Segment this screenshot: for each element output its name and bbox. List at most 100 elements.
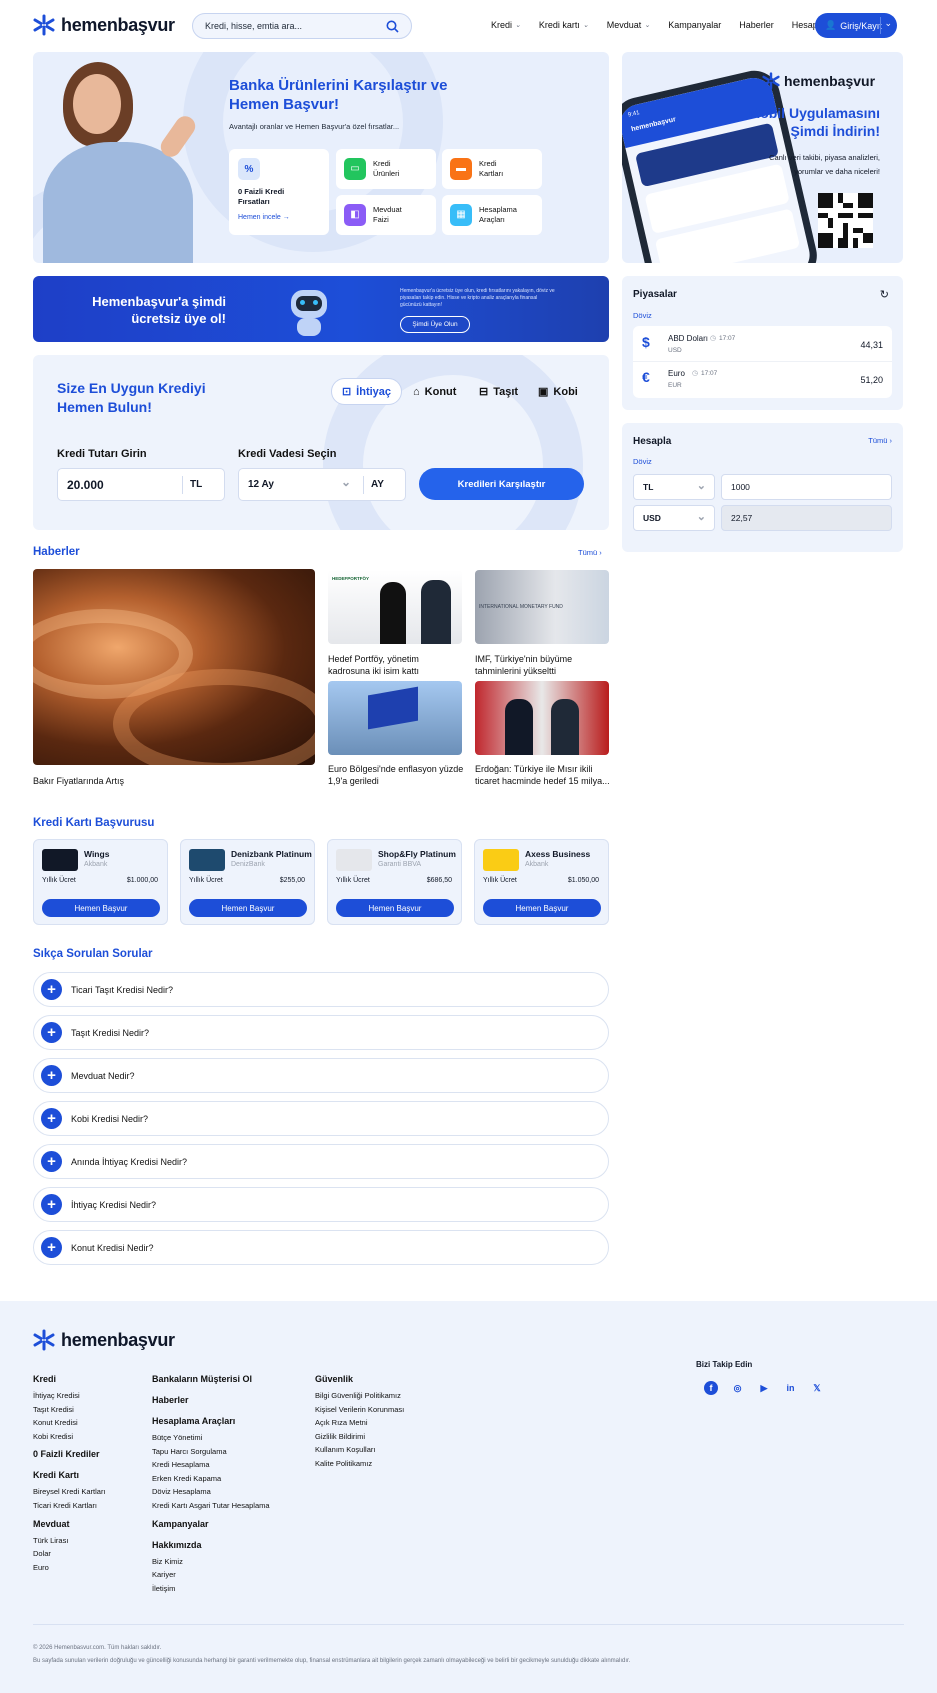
tab-kobi[interactable]: ▣ Kobi [538, 378, 578, 405]
footer-link[interactable]: Kişisel Verilerin Korunması [315, 1403, 404, 1417]
market-row[interactable]: € Euro ◷ 17:07 EUR 51,20 [633, 362, 892, 398]
footer-heading[interactable]: Hesaplama Araçları [152, 1416, 235, 1426]
news-image-hedef-portfoy[interactable]: HEDEFPORTFÖY [328, 570, 462, 644]
footer-link[interactable]: Türk Lirası [33, 1534, 68, 1548]
hero-card-kredi-kartlari[interactable]: ▬ Kredi Kartları [442, 149, 542, 189]
footer-link[interactable]: Ticari Kredi Kartları [33, 1499, 97, 1513]
plus-icon[interactable]: + [41, 1237, 62, 1258]
footer-heading[interactable]: Güvenlik [315, 1374, 353, 1384]
footer-link[interactable]: Döviz Hesaplama [152, 1485, 211, 1499]
hero-card-mevduat-faizi[interactable]: ◧ Mevduat Faizi [336, 195, 436, 235]
search-input[interactable]: Kredi, hisse, emtia ara... [205, 21, 302, 31]
footer-link[interactable]: Bilgi Güvenliği Politikamız [315, 1389, 401, 1403]
news-all-link[interactable]: Tümü › [578, 548, 602, 557]
news-image-euro[interactable] [328, 681, 462, 755]
credit-card-item[interactable]: Axess Business Akbank Yıllık Ücret $1.050,0… [474, 839, 609, 925]
apply-button[interactable]: Hemen Başvur [336, 899, 454, 917]
faq-item[interactable]: + Konut Kredisi Nedir? [33, 1230, 609, 1265]
tab-konut[interactable]: ⌂ Konut [413, 378, 456, 405]
footer-heading[interactable]: Kredi Kartı [33, 1470, 79, 1480]
compare-credits-button[interactable]: Kredileri Karşılaştır [419, 468, 584, 500]
x-icon[interactable]: 𝕏 [810, 1381, 824, 1395]
news-caption[interactable]: IMF, Türkiye'nin büyüme tahminlerini yüks… [475, 653, 572, 677]
refresh-icon[interactable]: ↻ [880, 288, 889, 301]
footer-link[interactable]: Açık Rıza Metni [315, 1416, 368, 1430]
footer-link[interactable]: Bireysel Kredi Kartları [33, 1485, 106, 1499]
plus-icon[interactable]: + [41, 1151, 62, 1172]
youtube-icon[interactable]: ▶ [757, 1381, 771, 1395]
apply-button[interactable]: Hemen Başvur [42, 899, 160, 917]
linkedin-icon[interactable]: in [784, 1381, 798, 1395]
credit-card-item[interactable]: Shop&Fly Platinum Garanti BBVA Yıllık Ücre… [327, 839, 462, 925]
nav-item-mevduat[interactable]: Mevduat ⌄ [607, 20, 650, 30]
footer-link[interactable]: İletişim [152, 1582, 175, 1596]
footer-link[interactable]: Biz Kimiz [152, 1555, 183, 1569]
market-row[interactable]: $ ABD Doları ◷ 17:07 USD 44,31 [633, 326, 892, 362]
nav-item-haberler[interactable]: Haberler [739, 20, 774, 30]
facebook-icon[interactable]: f [704, 1381, 718, 1395]
tab-ihtiyac[interactable]: ⊡ İhtiyaç [331, 378, 402, 405]
footer-logo[interactable]: hemenbaşvur [33, 1329, 175, 1351]
faq-item[interactable]: + Taşıt Kredisi Nedir? [33, 1015, 609, 1050]
hero-card-kredi-urunleri[interactable]: ▭ Kredi Ürünleri [336, 149, 436, 189]
footer-heading[interactable]: Bankaların Müşterisi Ol [152, 1374, 252, 1384]
news-image-erdogan[interactable] [475, 681, 609, 755]
site-logo[interactable]: hemenbaşvur [33, 14, 175, 36]
footer-heading[interactable]: Kredi [33, 1374, 56, 1384]
news-main-image[interactable] [33, 569, 315, 765]
nav-item-kredi-karti[interactable]: Kredi kartı ⌄ [539, 20, 589, 30]
search-icon[interactable] [386, 20, 399, 33]
instagram-icon[interactable]: ◎ [731, 1381, 745, 1395]
credit-card-item[interactable]: Wings Akbank Yıllık Ücret $1.000,00 Hemen Ba… [33, 839, 168, 925]
faq-item[interactable]: + Ticari Taşıt Kredisi Nedir? [33, 972, 609, 1007]
to-currency-select[interactable]: USD ⌄ [633, 505, 715, 531]
news-caption[interactable]: Erdoğan: Türkiye ile Mısır ikili ticaret … [475, 763, 610, 787]
footer-link[interactable]: Kredi Kartı Asgari Tutar Hesaplama [152, 1499, 270, 1513]
footer-heading[interactable]: 0 Faizli Krediler [33, 1449, 100, 1459]
plus-icon[interactable]: + [41, 1108, 62, 1129]
nav-item-kampanyalar[interactable]: Kampanyalar [668, 20, 721, 30]
footer-link[interactable]: Euro [33, 1561, 49, 1575]
footer-link[interactable]: Tapu Harcı Sorgulama [152, 1445, 227, 1459]
news-main-caption[interactable]: Bakır Fiyatlarında Artış [33, 775, 124, 787]
calculator-all-link[interactable]: Tümü › [868, 436, 892, 445]
apply-button[interactable]: Hemen Başvur [483, 899, 601, 917]
faq-item[interactable]: + Kobi Kredisi Nedir? [33, 1101, 609, 1136]
credit-card-item[interactable]: Denizbank Platinum DenizBank Yıllık Ücret $… [180, 839, 315, 925]
footer-link[interactable]: Erken Kredi Kapama [152, 1472, 221, 1486]
footer-heading[interactable]: Mevduat [33, 1519, 70, 1529]
term-select[interactable]: 12 Ay ⌄ AY [238, 468, 406, 501]
footer-link[interactable]: Kalite Politikamız [315, 1457, 372, 1471]
footer-link[interactable]: İhtiyaç Kredisi [33, 1389, 80, 1403]
hero-card-hesaplama-araclari[interactable]: ▦ Hesaplama Araçları [442, 195, 542, 235]
footer-link[interactable]: Taşıt Kredisi [33, 1403, 74, 1417]
footer-heading[interactable]: Kampanyalar [152, 1519, 209, 1529]
tab-tasit[interactable]: ⊟ Taşıt [479, 378, 518, 405]
hemen-incele-link[interactable]: Hemen incele → [238, 214, 320, 221]
footer-link[interactable]: Bütçe Yönetimi [152, 1431, 202, 1445]
login-button[interactable]: 👤 Giriş/Kayıt ⌄ [815, 13, 897, 38]
footer-link[interactable]: Konut Kredisi [33, 1416, 78, 1430]
news-caption[interactable]: Hedef Portföy, yönetim kadrosuna iki isim… [328, 653, 419, 677]
footer-heading[interactable]: Hakkımızda [152, 1540, 202, 1550]
footer-link[interactable]: Dolar [33, 1547, 51, 1561]
signup-button[interactable]: Şimdi Üye Olun [400, 316, 470, 333]
faq-item[interactable]: + İhtiyaç Kredisi Nedir? [33, 1187, 609, 1222]
qr-code-icon[interactable] [818, 193, 873, 248]
footer-link[interactable]: Kariyer [152, 1568, 176, 1582]
footer-link[interactable]: Gizlilik Bildirimi [315, 1430, 365, 1444]
search-bar[interactable]: Kredi, hisse, emtia ara... [192, 13, 412, 39]
plus-icon[interactable]: + [41, 1194, 62, 1215]
nav-item-kredi[interactable]: Kredi ⌄ [491, 20, 521, 30]
chevron-down-icon[interactable]: ⌄ [884, 18, 892, 29]
faq-item[interactable]: + Mevduat Nedir? [33, 1058, 609, 1093]
footer-link[interactable]: Kullanım Koşulları [315, 1443, 375, 1457]
zero-interest-card[interactable]: % 0 Faizli Kredi Fırsatları Hemen incele … [229, 149, 329, 235]
faq-item[interactable]: + Anında İhtiyaç Kredisi Nedir? [33, 1144, 609, 1179]
plus-icon[interactable]: + [41, 979, 62, 1000]
from-amount-input[interactable]: 1000 [721, 474, 892, 500]
news-image-imf[interactable]: INTERNATIONAL MONETARY FUND [475, 570, 609, 644]
footer-link[interactable]: Kredi Hesaplama [152, 1458, 210, 1472]
plus-icon[interactable]: + [41, 1065, 62, 1086]
footer-heading[interactable]: Haberler [152, 1395, 189, 1405]
